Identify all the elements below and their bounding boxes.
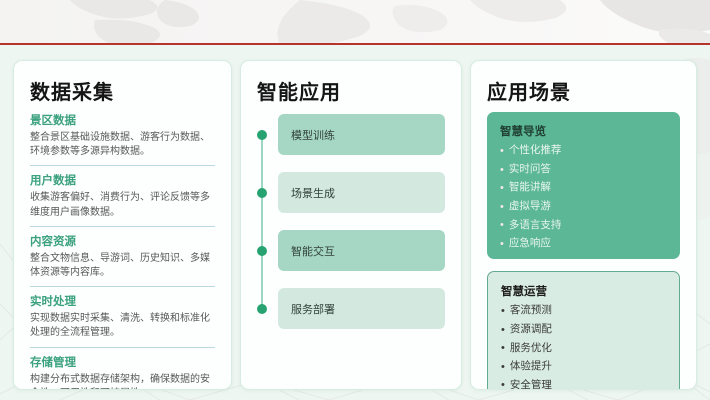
section-divider: [30, 226, 215, 227]
timeline-dot-icon: [257, 246, 267, 256]
section-body: 整合景区基础设施数据、游客行为数据、环境参数等多源异构数据。: [30, 131, 215, 159]
section-heading: 实时处理: [30, 293, 215, 309]
section-content-resources: 内容资源 整合文物信息、导游词、历史知识、多媒体资源等内容库。: [30, 233, 215, 280]
world-map-graphic: [0, 0, 710, 44]
step-service-deployment: 服务部署: [278, 288, 445, 329]
step-intelligent-interaction: 智能交互: [278, 230, 445, 271]
timeline-step: 智能交互: [257, 230, 445, 271]
section-realtime-processing: 实时处理 实现数据实时采集、清洗、转换和标准化处理的全流程管理。: [30, 293, 215, 340]
scenario-card-smart-guide: 智慧导览 •个性化推荐 •实时问答 •智能讲解 •虚拟导游 •多语言支持 •应急…: [487, 112, 680, 259]
scenario-heading: 智慧导览: [500, 123, 667, 139]
bullet-icon: •: [501, 305, 505, 317]
scenario-item: •应急响应: [500, 238, 667, 250]
bullet-icon: •: [501, 324, 505, 336]
section-body: 整合文物信息、导游词、历史知识、多媒体资源等内容库。: [30, 252, 215, 280]
bullet-icon: •: [501, 342, 505, 354]
world-map-banner: [0, 0, 710, 44]
panel-title: 应用场景: [487, 76, 680, 105]
section-storage-management: 存储管理 构建分布式数据存储架构，确保数据的安全性、可用性和可扩展性。: [30, 354, 215, 391]
scenario-item: •体验提升: [501, 361, 666, 373]
scenario-item: •虚拟导游: [500, 201, 667, 213]
step-scene-generation: 场景生成: [278, 172, 445, 213]
timeline-dot-icon: [257, 304, 267, 314]
bullet-icon: •: [500, 201, 504, 213]
bullet-icon: •: [500, 164, 504, 176]
scenario-item: •客流预测: [501, 305, 666, 317]
scenario-item: •个性化推荐: [500, 145, 667, 157]
timeline-step: 模型训练: [257, 114, 445, 155]
section-body: 实现数据实时采集、清洗、转换和标准化处理的全流程管理。: [30, 312, 215, 340]
bullet-icon: •: [501, 379, 505, 390]
scenario-item: •安全管理: [501, 379, 666, 390]
scenario-heading: 智慧运营: [501, 283, 666, 299]
bullet-icon: •: [500, 219, 504, 231]
header-divider-rule: [0, 43, 710, 45]
process-timeline: 模型训练 场景生成 智能交互 服务部署: [257, 114, 445, 329]
section-heading: 存储管理: [30, 354, 215, 370]
section-user-data: 用户数据 收集游客偏好、消费行为、评论反馈等多维度用户画像数据。: [30, 172, 215, 219]
scenario-card-smart-operations: 智慧运营 •客流预测 •资源调配 •服务优化 •体验提升 •安全管理 •决策支持: [487, 271, 680, 390]
timeline-dot-icon: [257, 188, 267, 198]
section-heading: 用户数据: [30, 172, 215, 188]
section-body: 构建分布式数据存储架构，确保数据的安全性、可用性和可扩展性。: [30, 373, 215, 391]
scenario-item: •智能讲解: [500, 182, 667, 194]
section-divider: [30, 165, 215, 166]
bullet-icon: •: [500, 182, 504, 194]
scenario-item: •服务优化: [501, 342, 666, 354]
bullet-icon: •: [500, 145, 504, 157]
scenario-item: •实时问答: [500, 164, 667, 176]
panel-title: 数据采集: [30, 76, 215, 105]
step-model-training: 模型训练: [278, 114, 445, 155]
scenario-item: •资源调配: [501, 324, 666, 336]
bullet-icon: •: [500, 238, 504, 250]
timeline-dot-icon: [257, 130, 267, 140]
scenario-item: •多语言支持: [500, 219, 667, 231]
panel-title: 智能应用: [257, 76, 445, 105]
section-body: 收集游客偏好、消费行为、评论反馈等多维度用户画像数据。: [30, 191, 215, 219]
section-divider: [30, 347, 215, 348]
section-heading: 景区数据: [30, 112, 215, 128]
panel-application-scenarios: 应用场景 智慧导览 •个性化推荐 •实时问答 •智能讲解 •虚拟导游 •多语言支…: [470, 60, 697, 390]
panel-data-collection: 数据采集 景区数据 整合景区基础设施数据、游客行为数据、环境参数等多源异构数据。…: [13, 60, 232, 390]
timeline-step: 场景生成: [257, 172, 445, 213]
panel-smart-application: 智能应用 模型训练 场景生成 智能交互 服务部署: [240, 60, 462, 390]
section-scenic-data: 景区数据 整合景区基础设施数据、游客行为数据、环境参数等多源异构数据。: [30, 112, 215, 159]
timeline-step: 服务部署: [257, 288, 445, 329]
section-divider: [30, 286, 215, 287]
timeline-connector-line: [261, 136, 263, 307]
bullet-icon: •: [501, 361, 505, 373]
section-heading: 内容资源: [30, 233, 215, 249]
